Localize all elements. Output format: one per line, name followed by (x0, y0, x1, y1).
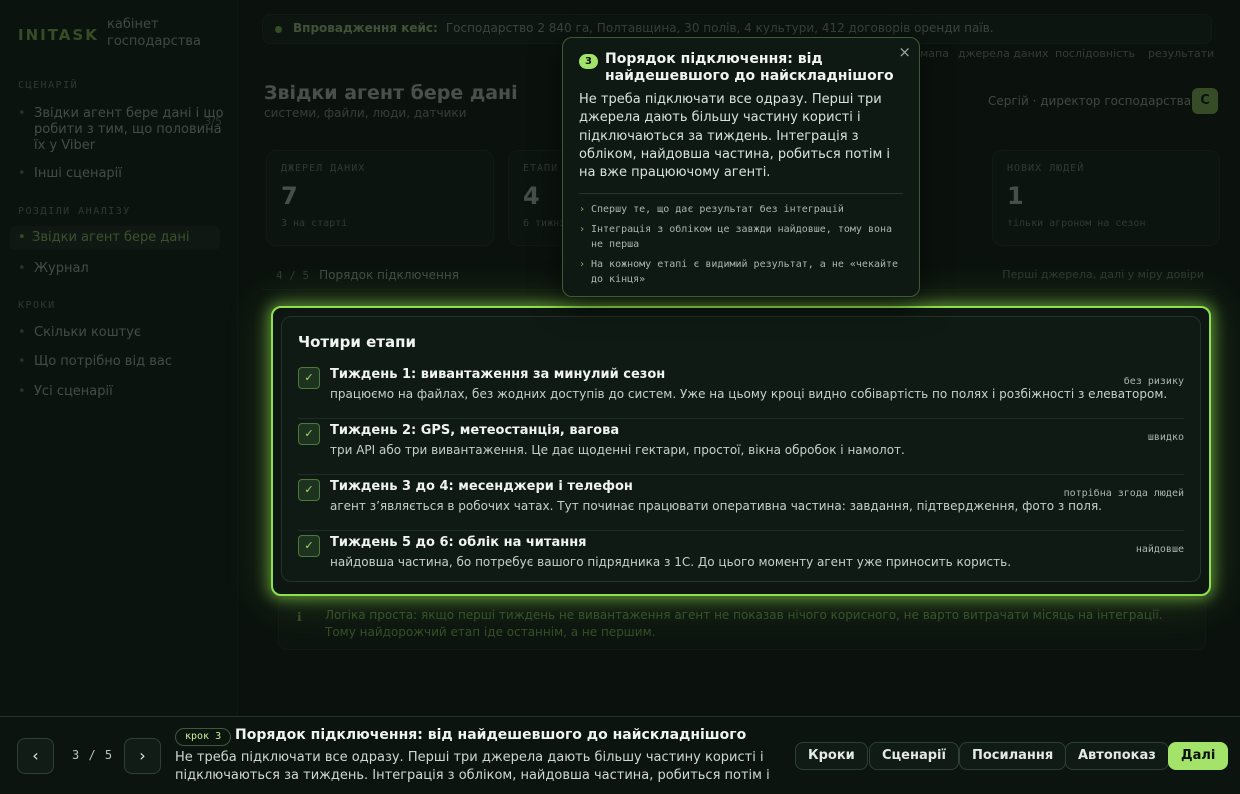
step-title: Порядок підключення: від найдешевшого до… (235, 727, 747, 743)
popover-divider (579, 193, 903, 194)
case-banner-label: Впровадження кейс: (293, 21, 438, 35)
stages-card-title: Чотири етапи (298, 333, 416, 351)
sidebar: INITASK кабінет господарства СЦЕНАРІЙ Зв… (0, 0, 238, 716)
stat-value: 7 (281, 182, 298, 210)
page-subtitle: системи, файли, люди, датчики (264, 106, 467, 120)
popover-points: Спершу те, що дає результат без інтеграц… (579, 202, 909, 292)
stages-list: ✓ Тиждень 1: вивантаження за минулий сез… (298, 363, 1184, 587)
stage-tag: потрібна згода людей (1063, 488, 1184, 499)
sidebar-section-scenario: СЦЕНАРІЙ (18, 80, 79, 91)
tour-popover: 3 Порядок підключення: від найдешевшого … (562, 37, 920, 297)
stage-row: ✓ Тиждень 2: GPS, метеостанція, вагова т… (298, 419, 1184, 475)
page-title: Звідки агент бере дані (264, 82, 518, 104)
sidebar-item-requirements[interactable]: Що потрібно від вас (18, 354, 228, 370)
user-name: Сергій · директор господарства (988, 94, 1192, 108)
popover-point: Інтеграція з обліком це завжди найдовше,… (579, 222, 909, 252)
stat-value: 1 (1007, 182, 1024, 210)
popover-body: Не треба підключати все одразу. Перші тр… (579, 92, 891, 181)
tour-bottom-bar: ‹ 3 / 5 › крок 3 Порядок підключення: ві… (0, 716, 1240, 794)
stat-card-people: НОВИХ ЛЮДЕЙ 1 тільки агроном на сезон (992, 150, 1220, 246)
sidebar-item-cost[interactable]: Скільки коштує (18, 325, 228, 341)
next-button[interactable]: Далі (1168, 742, 1229, 770)
stage-tag: найдовше (1135, 544, 1184, 555)
crumb-map[interactable]: мапа (920, 47, 949, 60)
checkmark-icon: ✓ (298, 423, 320, 445)
stage-tag: без ризику (1123, 376, 1184, 387)
stage-description: три API або три вивантаження. Це дає щод… (330, 443, 905, 457)
stage-description: найдовша частина, бо потребує вашого під… (330, 555, 1012, 569)
sidebar-item-journal[interactable]: Журнал (18, 261, 228, 277)
logic-note: Логіка проста: якщо перші тиждень не вив… (278, 598, 1206, 650)
section-hint: Перші джерела, далі у міру довіри (1002, 268, 1204, 281)
step-pager: 3 / 5 (72, 748, 114, 762)
prev-step-button[interactable]: ‹ (17, 738, 54, 774)
sidebar-section-steps: КРОКИ (18, 300, 56, 311)
stage-row: ✓ Тиждень 3 до 4: месенджери і телефон а… (298, 475, 1184, 531)
stage-description: агент з’являється в робочих чатах. Тут п… (330, 499, 1102, 513)
section-title: Порядок підключення (319, 268, 459, 282)
stat-sub: тільки агроном на сезон (1007, 218, 1146, 229)
checkmark-icon: ✓ (298, 367, 320, 389)
stage-tag: швидко (1147, 432, 1184, 443)
case-banner-text: Господарство 2 840 га, Полтавщина, 30 по… (445, 21, 994, 35)
checkmark-icon: ✓ (298, 479, 320, 501)
stat-sub: 3 на старті (281, 218, 348, 229)
crumb-sequence[interactable]: послідовність (1055, 47, 1135, 60)
close-icon[interactable]: × (898, 43, 911, 61)
sidebar-item-label: Звідки агент бере дані і що робити з тим… (34, 106, 224, 153)
stat-label: НОВИХ ЛЮДЕЙ (1007, 163, 1085, 174)
sidebar-item-all-scenarios[interactable]: Усі сценарії (18, 384, 228, 400)
sidebar-item-current-scenario[interactable]: Звідки агент бере дані і що робити з тим… (18, 106, 228, 154)
stage-title: Тиждень 2: GPS, метеостанція, вагова (330, 423, 620, 438)
avatar[interactable]: С (1192, 88, 1218, 114)
links-button[interactable]: Посилання (959, 742, 1067, 770)
stat-label: ДЖЕРЕЛ ДАНИХ (281, 163, 366, 174)
spotlight-highlight: Чотири етапи ✓ Тиждень 1: вивантаження з… (271, 306, 1211, 596)
scenarios-button[interactable]: Сценарії (869, 742, 959, 770)
section-number: 4 / 5 (276, 269, 310, 282)
stage-description: працюємо на файлах, без жодних доступів … (330, 387, 1168, 401)
popover-title: Порядок підключення: від найдешевшого до… (605, 51, 894, 84)
steps-button[interactable]: Кроки (795, 742, 868, 770)
next-step-button[interactable]: › (124, 738, 161, 774)
crumb-results[interactable]: результати (1148, 47, 1214, 60)
stage-title: Тиждень 1: вивантаження за минулий сезон (330, 367, 666, 382)
sidebar-item-data-sources[interactable]: Звідки агент бере дані (10, 226, 220, 250)
stage-title: Тиждень 3 до 4: месенджери і телефон (330, 479, 633, 494)
crumb-data-sources[interactable]: джерела даних (958, 47, 1049, 60)
brand-logo: INITASK (18, 26, 99, 44)
stages-card: Чотири етапи ✓ Тиждень 1: вивантаження з… (281, 316, 1201, 582)
sidebar-item-count: 3/5 (204, 115, 222, 128)
stage-title: Тиждень 5 до 6: облік на читання (330, 535, 587, 550)
step-description: Не треба підключати все одразу. Перші тр… (175, 750, 770, 783)
stage-row: ✓ Тиждень 5 до 6: облік на читання найдо… (298, 531, 1184, 587)
popover-step-badge: 3 (579, 54, 598, 69)
popover-point: Спершу те, що дає результат без інтеграц… (579, 202, 909, 217)
autoplay-button[interactable]: Автопоказ (1065, 742, 1169, 770)
checkmark-icon: ✓ (298, 535, 320, 557)
sidebar-item-other-scenarios[interactable]: Інші сценарії (18, 166, 228, 182)
stage-row: ✓ Тиждень 1: вивантаження за минулий сез… (298, 363, 1184, 419)
stat-card-sources: ДЖЕРЕЛ ДАНИХ 7 3 на старті (266, 150, 494, 246)
brand-subtitle: кабінет господарства (107, 17, 201, 49)
popover-point: На кожному етапі є видимий результат, а … (579, 257, 909, 287)
step-pill: крок 3 (175, 728, 232, 746)
sidebar-section-analysis: РОЗДІЛИ АНАЛІЗУ (18, 206, 131, 217)
